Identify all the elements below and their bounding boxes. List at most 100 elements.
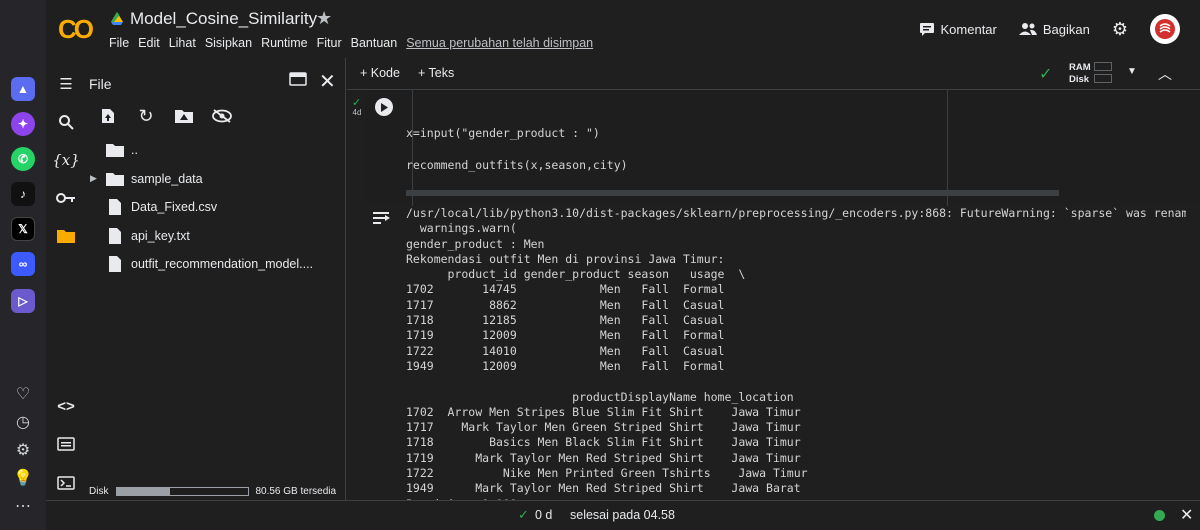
file-tree-item[interactable]: .. <box>86 136 344 165</box>
terminal-icon[interactable] <box>54 471 78 495</box>
close-icon[interactable]: ✕ <box>319 69 336 94</box>
collapse-icon[interactable]: ︿ <box>1158 64 1172 84</box>
code-editor[interactable] <box>412 90 948 206</box>
comment-button[interactable]: Komentar <box>919 21 997 37</box>
output-line: 1949 Mark Taylor Men Red Striped Shirt J… <box>406 481 801 496</box>
output-line: gender_product : Men <box>406 236 545 251</box>
header: CO Model_Cosine_Similarity ★ File Edit L… <box>46 0 1200 58</box>
file-tree-item[interactable]: outfit_recommendation_model.... <box>86 250 344 279</box>
comment-label: Komentar <box>940 21 997 37</box>
tiktok-app-icon[interactable]: ♪ <box>11 182 35 206</box>
add-text-button[interactable]: + Teks <box>418 66 454 80</box>
disk-free: 80.56 GB tersedia <box>255 486 337 497</box>
notebook-area: + Kode + Teks ✓ RAM Disk ▼ ︿ ✓ 4d x=inpu… <box>347 58 1200 500</box>
file-name: outfit_recommendation_model.... <box>131 257 314 272</box>
file-tree-item[interactable]: api_key.txt <box>86 222 344 251</box>
file-icon <box>109 199 121 216</box>
disk-bar <box>116 487 250 496</box>
menu-insert[interactable]: Sisipkan <box>205 36 252 50</box>
bulb-icon[interactable]: 💡 <box>12 467 34 489</box>
run-duration: 0 d <box>535 508 553 522</box>
connected-dot-icon <box>1154 510 1165 521</box>
hide-files-icon[interactable] <box>210 104 234 128</box>
file-tree-item[interactable]: ▶ sample_data <box>86 165 344 194</box>
avatar-logo-icon <box>1155 19 1175 39</box>
people-icon <box>1018 23 1037 35</box>
file-icon <box>109 227 121 244</box>
status-bar: ✓ 0 d selesai pada 04.58 ✕ <box>46 500 1200 530</box>
mount-drive-icon[interactable] <box>172 104 196 128</box>
notebook-title[interactable]: Model_Cosine_Similarity <box>130 9 317 29</box>
ram-label: RAM <box>1069 62 1091 73</box>
disk-usage: Disk 80.56 GB tersedia <box>89 486 336 497</box>
output-line: 1722 Nike Men Printed Green Tshirts Jawa… <box>406 466 808 481</box>
share-button[interactable]: Bagikan <box>1018 22 1090 37</box>
output-line: 1719 Mark Taylor Men Red Striped Shirt J… <box>406 450 801 465</box>
folder-icon[interactable] <box>54 224 78 248</box>
menu-help[interactable]: Bantuan <box>351 36 398 50</box>
close-status-icon[interactable]: ✕ <box>1180 505 1193 525</box>
output-line: product_id gender_product season usage \ <box>406 267 746 282</box>
folder-icon <box>106 144 124 158</box>
execution-count: 4d <box>352 108 362 117</box>
arc-app-icon[interactable]: ▲ <box>11 77 35 101</box>
output-line: 1717 Mark Taylor Men Green Striped Shirt… <box>406 420 801 435</box>
file-name: sample_data <box>131 171 203 186</box>
resource-monitor[interactable]: RAM Disk <box>1069 62 1091 86</box>
whatsapp-app-icon[interactable]: ✆ <box>11 147 35 171</box>
messenger-app-icon[interactable]: ✦ <box>11 112 35 136</box>
more-icon[interactable]: ⋯ <box>12 495 34 517</box>
output-line: 1702 14745 Men Fall Formal <box>406 282 725 297</box>
add-code-button[interactable]: + Kode <box>360 66 400 80</box>
avatar[interactable] <box>1150 14 1180 44</box>
settings-button[interactable]: ⚙ <box>1112 19 1128 40</box>
search-icon[interactable] <box>54 110 78 134</box>
save-status[interactable]: Semua perubahan telah disimpan <box>406 36 593 50</box>
run-cell-button[interactable] <box>375 98 393 116</box>
app-icon-blue[interactable]: ∞ <box>11 252 35 276</box>
colab-logo[interactable]: CO <box>58 14 94 45</box>
horizontal-scrollbar[interactable] <box>406 190 1059 196</box>
command-palette-icon[interactable] <box>54 432 78 456</box>
code-line: recommend_outfits(x,season,city) <box>406 158 628 172</box>
file-name: .. <box>131 143 138 158</box>
disk-bar-fill <box>117 488 170 495</box>
menu-view[interactable]: Lihat <box>169 36 196 50</box>
code-line: x=input("gender_product : ") <box>406 126 600 140</box>
variables-icon[interactable]: {x} <box>52 148 80 172</box>
output-actions-icon[interactable] <box>373 211 391 230</box>
star-icon[interactable]: ★ <box>316 8 332 29</box>
code-cell[interactable]: x=input("gender_product : ") recommend_o… <box>366 90 1200 206</box>
file-tree-item[interactable]: Data_Fixed.csv <box>86 193 344 222</box>
upload-icon[interactable] <box>96 104 120 128</box>
app-icon-purple[interactable]: ▷ <box>11 289 35 313</box>
heart-icon[interactable]: ♡ <box>12 383 34 405</box>
file-icon <box>109 256 121 273</box>
file-tree: .. ▶ sample_data Data_Fixed.csv api_key.… <box>86 136 344 279</box>
menu-edit[interactable]: Edit <box>138 36 160 50</box>
menu-file[interactable]: File <box>109 36 129 50</box>
settings-icon[interactable]: ⚙ <box>12 439 34 461</box>
clock-icon[interactable]: ◷ <box>12 411 34 433</box>
menu-bar: File Edit Lihat Sisipkan Runtime Fitur B… <box>109 36 602 50</box>
play-icon <box>381 102 388 112</box>
key-icon[interactable] <box>54 186 78 210</box>
new-tab-icon[interactable] <box>289 72 307 91</box>
menu-tools[interactable]: Fitur <box>317 36 342 50</box>
refresh-icon[interactable]: ↻ <box>134 104 158 128</box>
output-line: 1702 Arrow Men Stripes Blue Slim Fit Shi… <box>406 404 801 419</box>
header-actions: Komentar Bagikan ⚙ <box>919 12 1200 46</box>
left-rail: ☰ {x} <> <box>46 58 86 500</box>
file-toolbar: ↻ <box>96 104 234 128</box>
x-app-icon[interactable]: 𝕏 <box>11 217 35 241</box>
output-line: 1718 12185 Men Fall Casual <box>406 313 725 328</box>
file-panel: File ✕ ↻ .. ▶ sample_data Data_Fixed.csv… <box>86 58 346 500</box>
colab-window: CO Model_Cosine_Similarity ★ File Edit L… <box>46 0 1200 530</box>
expand-arrow-icon[interactable]: ▶ <box>90 173 97 184</box>
chevron-down-icon[interactable]: ▼ <box>1127 66 1137 77</box>
comment-icon <box>919 23 934 36</box>
menu-runtime[interactable]: Runtime <box>261 36 308 50</box>
toc-icon[interactable]: ☰ <box>54 72 78 96</box>
code-snippets-icon[interactable]: <> <box>54 394 78 418</box>
